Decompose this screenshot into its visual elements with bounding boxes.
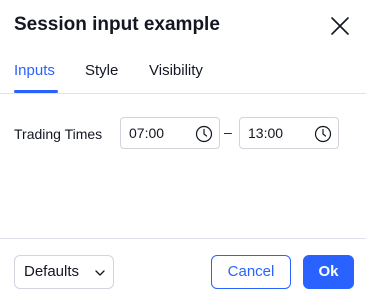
- settings-dialog: Session input example Inputs Style Visib…: [0, 0, 366, 297]
- chevron-down-icon: [95, 270, 105, 276]
- clock-icon[interactable]: [195, 125, 213, 143]
- session-start-field[interactable]: [120, 117, 220, 149]
- close-icon: [331, 17, 349, 35]
- tab-bar: Inputs Style Visibility: [0, 52, 366, 94]
- range-separator: –: [224, 124, 232, 140]
- tab-style[interactable]: Style: [85, 62, 118, 79]
- close-button[interactable]: [328, 14, 352, 38]
- cancel-button[interactable]: Cancel: [211, 255, 291, 289]
- defaults-dropdown[interactable]: Defaults: [14, 255, 114, 289]
- trading-times-label: Trading Times: [14, 126, 103, 142]
- header-divider: [0, 93, 366, 94]
- defaults-label: Defaults: [24, 263, 80, 280]
- ok-button[interactable]: Ok: [303, 255, 354, 289]
- clock-icon[interactable]: [314, 125, 332, 143]
- session-start-input[interactable]: [129, 124, 189, 142]
- footer-divider: [0, 238, 366, 239]
- dialog-title: Session input example: [14, 14, 220, 35]
- tab-inputs[interactable]: Inputs: [14, 62, 55, 79]
- session-end-field[interactable]: [239, 117, 339, 149]
- tab-visibility[interactable]: Visibility: [149, 62, 203, 79]
- session-end-input[interactable]: [248, 124, 308, 142]
